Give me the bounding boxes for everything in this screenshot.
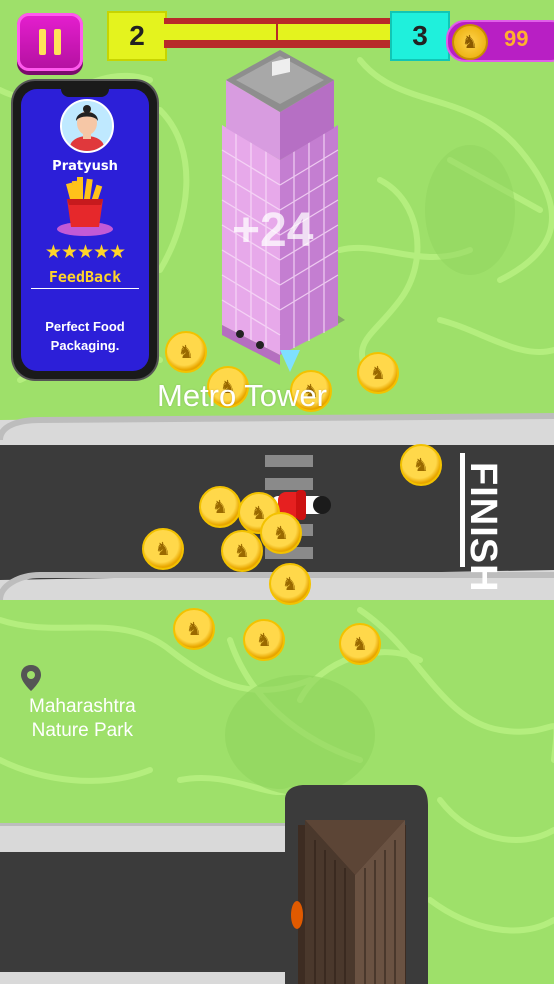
feedback-text: Perfect Food Packaging. [29,317,141,355]
coin-icon[interactable]: ♞ [243,619,285,661]
coin-icon[interactable]: ♞ [142,528,184,570]
feedback-title: FeedBack [48,268,122,286]
coin-icon[interactable]: ♞ [173,608,215,650]
feedback-phone-card: Pratyush ★★★★★ FeedBack Perfect Food Pac… [13,81,157,379]
coin-counter: ♞ 99 [446,20,554,62]
level-progress-bar [164,18,390,48]
building-label: Metro Tower [157,378,327,413]
park-label: Maharashtra Nature Park [29,695,136,743]
finish-line-label: FINISH [462,462,506,593]
coin-icon: ♞ [452,24,488,60]
rating-stars: ★★★★★ [44,241,126,263]
location-pin-icon [21,665,41,691]
feedback-text-line1: Perfect Food [45,319,125,334]
finish-text: FINISH [462,462,504,593]
park-label-line2: Nature Park [31,720,134,741]
coin-icon[interactable]: ♞ [357,352,399,394]
fries-icon [57,177,113,236]
avatar [60,99,114,153]
coin-icon[interactable]: ♞ [199,486,241,528]
coin-icon[interactable]: ♞ [269,563,311,605]
progress-divider [276,24,278,40]
coin-icon[interactable]: ♞ [221,530,263,572]
pause-button[interactable] [17,13,83,71]
next-level: 3 [390,11,450,61]
floating-score: +24 [232,204,314,257]
phone-notch [61,89,109,97]
coin-icon[interactable]: ♞ [260,512,302,554]
park-label-line1: Maharashtra [29,696,136,717]
divider [31,288,139,289]
coin-icon[interactable]: ♞ [400,444,442,486]
current-level: 2 [107,11,167,61]
feedback-text-line2: Packaging. [50,338,120,353]
coin-icon[interactable]: ♞ [339,623,381,665]
coin-count: 99 [504,26,529,51]
phone-screen: Pratyush ★★★★★ FeedBack Perfect Food Pac… [21,89,149,371]
customer-name: Pratyush [52,159,118,174]
coin-icon[interactable]: ♞ [165,331,207,373]
